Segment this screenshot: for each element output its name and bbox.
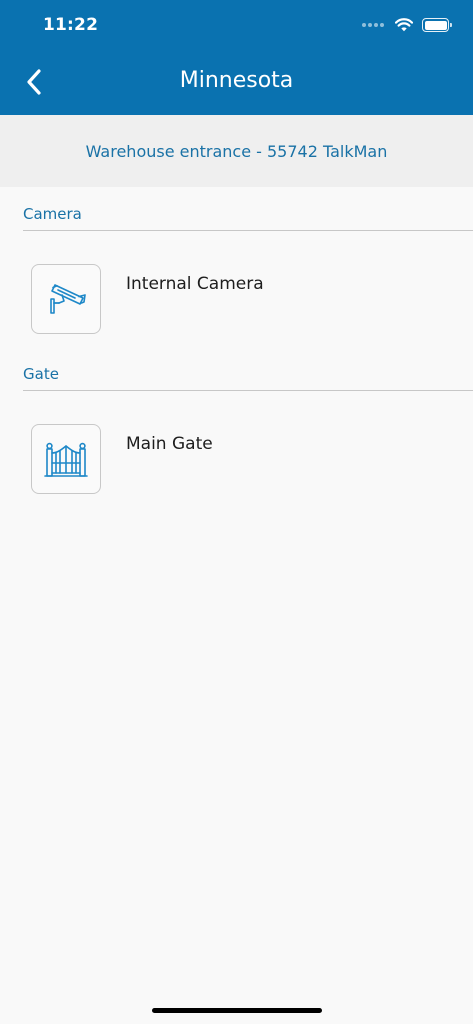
section-header-gate: Gate (23, 351, 473, 391)
list-item-main-gate[interactable]: Main Gate (31, 424, 451, 494)
location-subheader: Warehouse entrance - 55742 TalkMan (0, 115, 473, 187)
item-name: Internal Camera (126, 274, 264, 294)
battery-icon (422, 18, 452, 32)
app-header: 11:22 Minnesota (0, 0, 473, 115)
home-indicator[interactable] (152, 1008, 322, 1013)
device-tile (31, 424, 101, 494)
subheader-label: Warehouse entrance - 55742 TalkMan (85, 141, 388, 161)
section-header-camera: Camera (23, 191, 473, 231)
device-tile (31, 264, 101, 334)
cellular-signal-icon (362, 23, 384, 27)
section-label: Gate (23, 365, 59, 383)
section-label: Camera (23, 205, 82, 223)
status-time: 11:22 (43, 15, 99, 35)
wifi-icon (395, 18, 413, 32)
divider (23, 230, 473, 231)
gate-icon (44, 442, 88, 477)
divider (23, 390, 473, 391)
security-camera-icon (50, 284, 86, 314)
page-title: Minnesota (179, 68, 294, 93)
status-icons (362, 15, 452, 35)
list-item-internal-camera[interactable]: Internal Camera (31, 264, 451, 334)
item-name: Main Gate (126, 434, 213, 454)
app-screen: 11:22 Minnesota Warehouse entrance - 557… (0, 0, 473, 1024)
